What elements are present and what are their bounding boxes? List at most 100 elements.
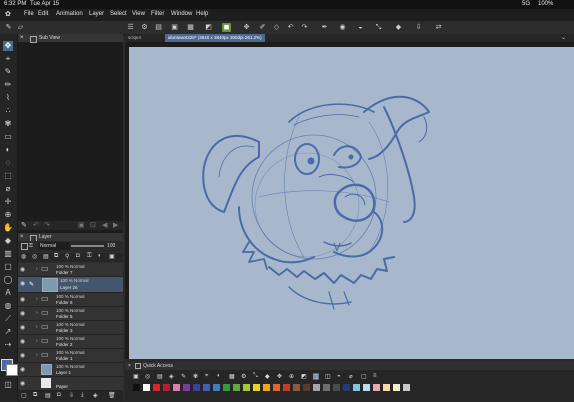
chevron-down-icon[interactable]: ⌄ bbox=[561, 34, 566, 41]
blend-mode-select[interactable]: Normal bbox=[38, 242, 70, 250]
color-swatch[interactable] bbox=[163, 384, 170, 391]
menu-edit[interactable]: Edit bbox=[38, 11, 48, 17]
visibility-eye-icon[interactable]: ◉ bbox=[20, 324, 25, 331]
drawing-canvas[interactable] bbox=[129, 47, 574, 359]
color-swatch[interactable] bbox=[193, 384, 200, 391]
line-tool-icon[interactable]: ↗ bbox=[3, 327, 13, 337]
layer-property-icon[interactable] bbox=[21, 243, 28, 250]
sub-color-swatch[interactable] bbox=[6, 364, 18, 376]
eraser-tool-icon[interactable]: ▭ bbox=[3, 132, 13, 142]
tool-slot-icon[interactable]: ◈ bbox=[169, 373, 174, 380]
clip-icon[interactable]: ⧉ bbox=[54, 253, 58, 260]
opacity-slider[interactable] bbox=[71, 245, 104, 247]
layer-row[interactable]: ◉ › ▭ 100 % Normal Folder 3 bbox=[18, 321, 123, 335]
tool-slot-icon[interactable]: ◒ bbox=[337, 373, 341, 379]
save-icon[interactable]: ▣ bbox=[170, 23, 179, 32]
balloon-tool-icon[interactable]: ◍ bbox=[3, 301, 13, 311]
visibility-eye-icon[interactable]: ◉ bbox=[20, 296, 25, 303]
color-swatch[interactable] bbox=[203, 384, 210, 391]
undo-icon[interactable]: ↶ bbox=[33, 221, 39, 229]
tool-slot-icon[interactable]: ⌖ bbox=[205, 373, 208, 380]
visibility-eye-icon[interactable]: ◉ bbox=[20, 266, 25, 273]
blend-tool-icon[interactable]: ◐ bbox=[3, 145, 13, 155]
close-icon[interactable]: × bbox=[128, 363, 131, 369]
figure-tool-icon[interactable]: ▢ bbox=[3, 262, 13, 272]
tool-slot-icon[interactable]: ⤡ bbox=[253, 373, 258, 380]
color-swatch[interactable] bbox=[233, 384, 240, 391]
menu-animation[interactable]: Animation bbox=[56, 11, 83, 17]
chevron-right-icon[interactable]: › bbox=[36, 310, 38, 316]
layer-row[interactable]: ◉ › ▭ 100 % Normal Folder 2 bbox=[18, 335, 123, 349]
color-swatch[interactable] bbox=[223, 384, 230, 391]
tool-slot-icon[interactable]: ◆ bbox=[265, 373, 270, 380]
merge-down-icon[interactable]: ⤓ bbox=[81, 392, 84, 399]
zoom-tool-icon[interactable]: ⊕ bbox=[3, 210, 13, 220]
layer-row[interactable]: ◉ › ▭ 100 % Normal Folder 5 bbox=[18, 307, 123, 321]
color-swatch[interactable] bbox=[243, 384, 250, 391]
bucket-icon[interactable]: ◆ bbox=[394, 23, 403, 32]
visibility-eye-icon[interactable]: ◉ bbox=[20, 352, 25, 359]
tool-slot-icon[interactable]: ◐ bbox=[217, 373, 221, 379]
layers-icon[interactable]: ▤ bbox=[154, 23, 163, 32]
color-swatch[interactable] bbox=[273, 384, 280, 391]
pen-icon[interactable]: ✐ bbox=[258, 23, 267, 32]
next-icon[interactable]: ▶ bbox=[113, 221, 118, 229]
chevron-right-icon[interactable]: › bbox=[36, 324, 38, 330]
pen-tool-icon[interactable]: ✒ bbox=[320, 23, 329, 32]
menu-help[interactable]: Help bbox=[196, 11, 208, 17]
tool-slot-icon[interactable]: ✾ bbox=[193, 373, 198, 380]
tool-slot-icon[interactable]: ◎ bbox=[145, 373, 150, 380]
tool-slot-icon[interactable]: ✎ bbox=[181, 373, 186, 380]
color-swatch[interactable] bbox=[393, 384, 400, 391]
visibility-eye-icon[interactable]: ◉ bbox=[20, 380, 25, 387]
color-swatch[interactable] bbox=[253, 384, 260, 391]
menu-filter[interactable]: Filter bbox=[151, 11, 164, 17]
layer-row[interactable]: ◉ › ▭ 100 % Normal Folder 7 bbox=[18, 263, 123, 277]
marquee-tool-icon[interactable]: ⬚ bbox=[3, 171, 13, 181]
layer-row[interactable]: ◉ Paper bbox=[18, 377, 123, 391]
tool-slot-icon[interactable]: ⊕ bbox=[289, 373, 294, 380]
color-swatch[interactable] bbox=[303, 384, 310, 391]
transform-icon[interactable]: ⤡ bbox=[374, 23, 383, 32]
correction-tool-icon[interactable]: ⇢ bbox=[3, 340, 13, 350]
airbrush-tool-icon[interactable]: ∴ bbox=[3, 106, 13, 116]
menu-layer[interactable]: Layer bbox=[89, 11, 104, 17]
color-swatch[interactable] bbox=[153, 384, 160, 391]
color-swatch[interactable] bbox=[363, 384, 370, 391]
color-swatch[interactable] bbox=[373, 384, 380, 391]
reference-icon[interactable]: ◈ bbox=[93, 392, 98, 399]
ruler-tool-icon[interactable]: ◯ bbox=[3, 275, 13, 285]
visibility-eye-icon[interactable]: ◉ bbox=[20, 338, 25, 345]
mask-icon[interactable]: ◘ bbox=[76, 253, 80, 259]
transparent-color-icon[interactable]: ◫ bbox=[3, 380, 13, 390]
prev-icon[interactable]: ◀ bbox=[102, 221, 107, 229]
layer-row[interactable]: ◉ 100 % Normal Layer 1 bbox=[18, 363, 123, 377]
settings-icon[interactable]: ⚙ bbox=[140, 23, 149, 32]
color-swatch[interactable] bbox=[143, 384, 150, 391]
tool-slot-icon[interactable]: ▣ bbox=[133, 373, 139, 380]
trash-icon[interactable]: 🗑 bbox=[108, 392, 116, 399]
tool-slot-icon[interactable]: ◫ bbox=[325, 373, 331, 380]
layer-row[interactable]: ◉ › ▭ 100 % Normal Folder 6 bbox=[18, 293, 123, 307]
diamond-icon[interactable]: ◇ bbox=[272, 23, 281, 32]
color-swatch[interactable] bbox=[213, 384, 220, 391]
tool-slot-icon[interactable]: ✥ bbox=[277, 373, 282, 380]
layer-row[interactable]: ◉ › ▭ 100 % Normal Folder 1 bbox=[18, 349, 123, 363]
color-icon[interactable]: ◐ bbox=[98, 253, 102, 259]
opacity-value[interactable]: 100 bbox=[107, 242, 115, 250]
eraser-icon[interactable]: ▱ bbox=[16, 23, 25, 32]
pen-icon[interactable]: ✎ bbox=[21, 221, 27, 229]
brush-tool-icon[interactable]: ⌇ bbox=[3, 93, 13, 103]
menu-view[interactable]: View bbox=[132, 11, 145, 17]
menu-icon[interactable]: ☰ bbox=[126, 23, 135, 32]
menu-window[interactable]: Window bbox=[171, 11, 192, 17]
merge-icon[interactable]: ▣ bbox=[109, 253, 115, 260]
color-swatch[interactable] bbox=[323, 384, 330, 391]
new-folder-icon[interactable]: ▤ bbox=[43, 253, 49, 260]
undo-icon[interactable]: ↶ bbox=[286, 23, 295, 32]
operation-tool-icon[interactable]: ✛ bbox=[3, 197, 13, 207]
tool-slot-icon[interactable]: ◩ bbox=[301, 373, 307, 380]
tool-slot-icon[interactable]: ⚙ bbox=[241, 373, 246, 380]
app-icon[interactable]: ✿ bbox=[5, 10, 11, 18]
color-swatch[interactable] bbox=[183, 384, 190, 391]
